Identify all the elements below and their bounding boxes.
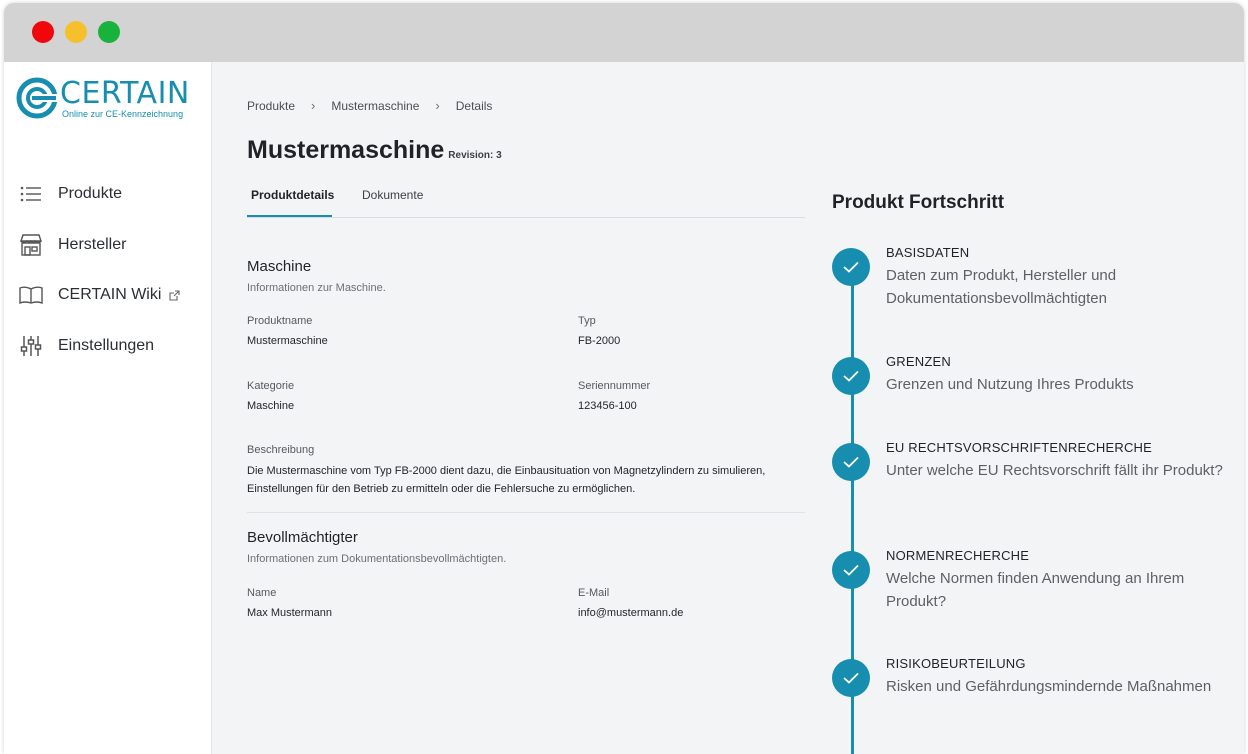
progress-step-title: NORMENRECHERCHE [886, 548, 1030, 563]
sidebar: CERTAIN Online zur CE-Kennzeichnung Prod… [4, 62, 212, 754]
field-label-kategorie: Kategorie [247, 380, 295, 392]
section-subtitle-maschine: Informationen zur Maschine. [247, 282, 386, 294]
progress-step-description: Welche Normen finden Anwendung an Ihrem … [886, 570, 1185, 610]
field-value-typ: FB-2000 [578, 335, 621, 347]
field-label-produktname: Produktname [247, 315, 313, 327]
field-value-email[interactable]: info@mustermann.de [578, 607, 683, 619]
field-value-kategorie: Maschine [247, 400, 295, 412]
certain-logo[interactable]: CERTAIN Online zur CE-Kennzeichnung [16, 77, 196, 121]
section-title-maschine: Maschine [247, 258, 312, 275]
chevron-right-icon: › [435, 98, 440, 113]
field-value-seriennummer: 123456-100 [578, 400, 637, 412]
sidebar-item-hersteller[interactable]: Hersteller [18, 230, 126, 260]
chevron-right-icon: › [311, 98, 316, 113]
close-window-button[interactable] [32, 21, 54, 43]
section-subtitle-bevollmaechtigter: Informationen zum Dokumentationsbevollmä… [247, 553, 507, 565]
active-tab-indicator [247, 215, 332, 217]
sidebar-item-label: Produkte [58, 185, 123, 202]
list-icon [18, 181, 44, 207]
section-title-bevollmaechtigter: Bevollmächtigter [247, 529, 358, 546]
progress-step-title: RISIKOBEURTEILUNG [886, 656, 1026, 671]
breadcrumb-link-mustermaschine[interactable]: Mustermaschine [331, 99, 419, 113]
breadcrumb: Produkte › Mustermaschine › Details [247, 98, 492, 113]
page-title: Mustermaschine Revision: 3 [247, 136, 502, 165]
logo-tagline: Online zur CE-Kennzeichnung [62, 109, 184, 119]
check-icon [832, 551, 870, 589]
progress-title: Produkt Fortschritt [832, 192, 1005, 213]
revision-label: Revision: 3 [448, 150, 502, 161]
book-icon [18, 282, 44, 308]
progress-step-title: EU RECHTSVORSCHRIFTENRECHERCHE [886, 440, 1153, 455]
tab-dokumente[interactable]: Dokumente [362, 188, 423, 202]
progress-step-description: Grenzen und Nutzung Ihres Produkts [886, 376, 1134, 393]
store-icon [18, 232, 44, 258]
progress-step-title: BASISDATEN [886, 245, 970, 260]
minimize-window-button[interactable] [65, 21, 87, 43]
maximize-window-button[interactable] [98, 21, 120, 43]
field-value-name: Max Mustermann [247, 607, 332, 619]
browser-window: CERTAIN Online zur CE-Kennzeichnung Prod… [4, 3, 1244, 754]
sidebar-item-einstellungen[interactable]: Einstellungen [18, 331, 154, 361]
field-value-produktname: Mustermaschine [247, 335, 328, 347]
window-titlebar [4, 3, 1244, 62]
main-content: Produkte › Mustermaschine › Details Must… [213, 62, 1244, 754]
sidebar-item-certain-wiki[interactable]: CERTAIN Wiki [18, 280, 180, 310]
sidebar-item-label: Hersteller [58, 236, 127, 253]
sliders-icon [18, 333, 44, 359]
field-label-seriennummer: Seriennummer [578, 380, 651, 392]
field-label-name: Name [247, 587, 277, 599]
check-icon [832, 443, 870, 481]
progress-step-description: Unter welche EU Rechtsvorschrift fällt i… [886, 462, 1223, 479]
breadcrumb-link-produkte[interactable]: Produkte [247, 99, 295, 113]
progress-step-title: GRENZEN [886, 354, 951, 369]
breadcrumb-current: Details [455, 98, 493, 113]
field-value-beschreibung: Die Mustermaschine vom Typ FB-2000 dient… [247, 465, 766, 495]
external-link-icon [169, 289, 180, 301]
tab-produktdetails[interactable]: Produktdetails [251, 188, 334, 202]
progress-step-description: Risken und Gefährdungsmindernde Maßnahme… [886, 678, 1212, 695]
field-label-typ: Typ [578, 315, 596, 327]
tab-bar: Produktdetails Dokumente [247, 180, 805, 218]
section-divider [247, 512, 805, 513]
page-title-text: Mustermaschine [247, 136, 445, 164]
field-label-email: E-Mail [578, 587, 610, 599]
check-icon [832, 659, 870, 697]
check-icon [832, 248, 870, 286]
certain-logo-mark [16, 77, 58, 119]
check-icon [832, 357, 870, 395]
progress-step-description: Daten zum Produkt, Hersteller und Dokume… [886, 267, 1117, 307]
sidebar-item-produkte[interactable]: Produkte [18, 179, 122, 209]
sidebar-item-label: CERTAIN Wiki [58, 286, 162, 303]
logo-wordmark: CERTAIN [60, 76, 190, 111]
sidebar-item-label: Einstellungen [58, 337, 155, 354]
field-label-beschreibung: Beschreibung [247, 444, 315, 456]
